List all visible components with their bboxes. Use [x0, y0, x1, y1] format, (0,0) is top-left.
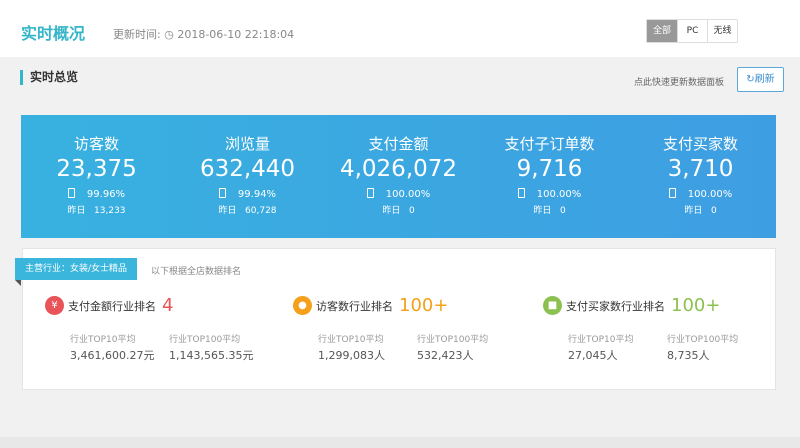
yesterday-value: 0	[710, 206, 717, 216]
rank-icon: ■	[543, 296, 562, 315]
segment-pc[interactable]: PC	[677, 20, 707, 42]
mobile-pct: 100.00%	[687, 189, 733, 200]
yesterday-label: 昨日	[218, 206, 237, 216]
rank-label: 支付买家数行业排名	[566, 299, 665, 313]
yesterday: 昨日 13,233	[21, 203, 172, 216]
ranking-note: 以下根据全店数据排名	[151, 267, 242, 277]
stat-value: 23,375	[56, 156, 137, 182]
rank-icon: ¥	[45, 296, 64, 315]
top10-label: 行业TOP10平均	[70, 335, 136, 345]
top10-avg: 行业TOP10平均 27,045人	[568, 332, 633, 363]
top100-label: 行业TOP100平均	[417, 335, 489, 345]
top100-avg: 行业TOP100平均 1,143,565.35元	[169, 332, 253, 363]
section-title: 实时总览	[20, 70, 78, 85]
mobile-share: 100.00%	[474, 188, 625, 200]
top100-label: 行业TOP100平均	[667, 335, 739, 345]
mobile-share: 100.00%	[323, 188, 474, 200]
segment-all[interactable]: 全部	[647, 20, 677, 42]
rank-label: 支付金额行业排名	[68, 299, 156, 313]
refresh-hint: 点此快速更新数据面板	[634, 78, 725, 88]
update-time: 更新时间: ◷ 2018-06-10 22:18:04	[113, 26, 294, 42]
device-segment: 全部 PC 无线	[646, 19, 738, 43]
top10-value: 3,461,600.27元	[70, 349, 155, 362]
refresh-button[interactable]: ↻刷新	[737, 67, 784, 92]
mobile-pct: 100.00%	[536, 189, 582, 200]
segment-wireless[interactable]: 无线	[707, 20, 737, 42]
stat-value: 4,026,072	[339, 156, 458, 182]
mobile-icon	[366, 188, 374, 198]
rank-value: 4	[162, 295, 174, 316]
stat-label: 支付买家数	[662, 135, 738, 153]
refresh-icon: ↻	[746, 74, 755, 85]
mobile-share: 100.00%	[625, 188, 776, 200]
stat-value: 3,710	[667, 156, 734, 182]
rank-label: 访客数行业排名	[316, 299, 393, 313]
top10-avg: 行业TOP10平均 1,299,083人	[318, 332, 385, 363]
clock-icon: ◷	[164, 28, 174, 41]
mobile-icon	[218, 188, 226, 198]
top10-label: 行业TOP10平均	[568, 335, 634, 345]
top100-value: 532,423人	[417, 349, 474, 362]
rank-item: ¥ 支付金额行业排名 4	[45, 295, 173, 316]
mobile-share: 99.94%	[172, 188, 323, 200]
yesterday-label: 昨日	[382, 206, 401, 216]
stat-card: 浏览量 632,440 99.94% 昨日 60,728	[172, 115, 323, 238]
update-label: 更新时间:	[113, 28, 161, 41]
industry-tag: 主营行业：女装/女士精品	[15, 258, 138, 286]
industry-ranking: 主营行业：女装/女士精品 以下根据全店数据排名 ¥ 支付金额行业排名 4 行业TOP…	[15, 248, 776, 390]
mobile-share: 99.96%	[21, 188, 172, 200]
yesterday-value: 0	[408, 206, 415, 216]
stat-card: 支付买家数 3,710 100.00% 昨日 0	[625, 115, 776, 238]
mobile-pct: 99.96%	[86, 189, 126, 200]
mobile-icon	[517, 188, 525, 198]
rank-item: ■ 支付买家数行业排名 100+	[543, 295, 720, 316]
yesterday: 昨日 0	[323, 203, 474, 216]
top10-value: 27,045人	[568, 349, 618, 362]
stat-label: 支付金额	[368, 135, 429, 153]
stat-label: 浏览量	[224, 135, 270, 153]
mobile-pct: 99.94%	[237, 189, 277, 200]
yesterday: 昨日 0	[474, 203, 625, 216]
rank-icon: ●	[293, 296, 312, 315]
stat-card: 支付子订单数 9,716 100.00% 昨日 0	[474, 115, 625, 238]
stat-label: 支付子订单数	[504, 135, 595, 153]
mobile-icon	[668, 188, 676, 198]
yesterday-label: 昨日	[67, 206, 86, 216]
yesterday-value: 13,233	[94, 206, 126, 216]
rank-value: 100+	[671, 295, 721, 316]
top100-value: 1,143,565.35元	[169, 349, 254, 362]
refresh-label: 刷新	[754, 74, 775, 85]
top100-avg: 行业TOP100平均 532,423人	[417, 332, 488, 363]
stat-value: 9,716	[516, 156, 583, 182]
yesterday-label: 昨日	[684, 206, 703, 216]
page-title: 实时概况	[21, 24, 86, 43]
yesterday-label: 昨日	[533, 206, 552, 216]
yesterday-value: 60,728	[245, 206, 277, 216]
rank-value: 100+	[399, 295, 449, 316]
update-value: 2018-06-10 22:18:04	[177, 28, 295, 41]
stat-value: 632,440	[199, 156, 296, 182]
stat-card: 访客数 23,375 99.96% 昨日 13,233	[21, 115, 172, 238]
top100-value: 8,735人	[667, 349, 710, 362]
stats-panel: 访客数 23,375 99.96% 昨日 13,233 浏览量 632,440 …	[21, 115, 776, 238]
top-bar: 实时概况 更新时间: ◷ 2018-06-10 22:18:04 全部 PC 无…	[0, 0, 800, 57]
top10-value: 1,299,083人	[318, 349, 385, 362]
yesterday: 昨日 0	[625, 203, 776, 216]
bottom-band	[0, 437, 800, 448]
mobile-pct: 100.00%	[385, 189, 431, 200]
stat-card: 支付金额 4,026,072 100.00% 昨日 0	[323, 115, 474, 238]
top10-avg: 行业TOP10平均 3,461,600.27元	[70, 332, 154, 363]
top100-avg: 行业TOP100平均 8,735人	[667, 332, 738, 363]
mobile-icon	[67, 188, 75, 198]
top100-label: 行业TOP100平均	[169, 335, 241, 345]
rank-item: ● 访客数行业排名 100+	[293, 295, 448, 316]
top10-label: 行业TOP10平均	[318, 335, 384, 345]
yesterday-value: 0	[559, 206, 566, 216]
yesterday: 昨日 60,728	[172, 203, 323, 216]
stat-label: 访客数	[73, 135, 119, 153]
